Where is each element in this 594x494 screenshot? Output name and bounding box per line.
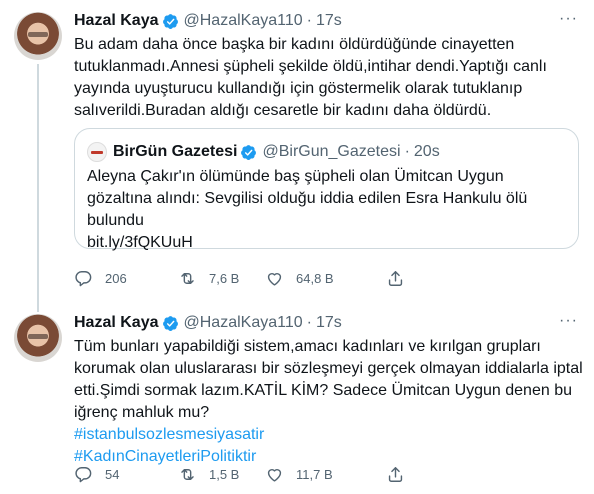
reply-count: 206 xyxy=(105,270,127,286)
tweet-text-line: etti.Şimdi sormak lazım.KATİL KİM? Sadec… xyxy=(74,382,572,399)
quoted-handle: @BirGun_Gazetesi xyxy=(262,143,401,160)
avatar[interactable] xyxy=(14,314,62,362)
retweet-icon xyxy=(181,272,194,284)
tweet[interactable]: Hazal Kaya @HazalKaya110 · 17s ··· Tüm b… xyxy=(0,302,594,494)
quoted-tweet-card[interactable]: BirGün Gazetesi @BirGun_Gazetesi · 20s A… xyxy=(74,128,579,251)
verified-badge-icon xyxy=(241,144,257,160)
like-button[interactable]: 11,7 B xyxy=(265,465,333,484)
quoted-link[interactable]: bit.ly/3fQKUuH xyxy=(87,232,527,254)
retweet-count: 7,6 B xyxy=(209,270,240,286)
tweet[interactable]: Hazal Kaya @HazalKaya110 · 17s ··· Bu ad… xyxy=(0,0,594,312)
reply-icon xyxy=(75,270,92,286)
more-options-button[interactable]: ··· xyxy=(559,312,578,330)
more-options-button[interactable]: ··· xyxy=(559,10,578,28)
tweet-header: Hazal Kaya @HazalKaya110 · 17s xyxy=(74,312,578,334)
verified-badge-icon xyxy=(162,13,178,29)
quoted-avatar xyxy=(87,142,107,162)
retweet-count: 1,5 B xyxy=(209,466,240,482)
thread-connector-line xyxy=(37,64,39,312)
reply-button[interactable]: 206 xyxy=(74,269,127,288)
like-count: 64,8 B xyxy=(296,270,334,286)
tweet-content: Hazal Kaya @HazalKaya110 · 17s ··· Tüm b… xyxy=(74,312,583,468)
quoted-text-line: bulundu xyxy=(87,212,144,229)
tweet-text-line: Tüm bunları yapabildiği sistem,amacı kad… xyxy=(74,338,541,355)
separator-dot: · xyxy=(306,12,312,29)
reply-button[interactable]: 54 xyxy=(74,465,119,484)
avatar[interactable] xyxy=(14,12,62,60)
separator-dot: · xyxy=(306,314,312,331)
tweet-content: Hazal Kaya @HazalKaya110 · 17s ··· Bu ad… xyxy=(74,10,578,122)
tweet-actions: 206 7,6 B 64,8 B xyxy=(74,268,514,288)
tweet-text-line: salıverildi.Buradan aldığı cesaretle bir… xyxy=(74,102,492,119)
tweet-actions: 54 1,5 B 11,7 B xyxy=(74,464,514,484)
display-name[interactable]: Hazal Kaya xyxy=(74,12,159,30)
like-button[interactable]: 64,8 B xyxy=(265,269,334,288)
share-button[interactable] xyxy=(386,465,405,484)
handle[interactable]: @HazalKaya110 xyxy=(184,314,303,332)
heart-icon xyxy=(267,468,282,482)
hashtag-link[interactable]: #istanbulsozlesmesiyasatir xyxy=(74,424,578,446)
verified-badge-icon xyxy=(162,315,178,331)
tweet-text-line: yayında uyuşturucu kullandığı için göste… xyxy=(74,80,523,97)
timestamp[interactable]: 17s xyxy=(316,12,342,30)
tweet-text-line: tutuklanmadı.Annesi şüpheli şekilde öldü… xyxy=(74,58,547,75)
like-count: 11,7 B xyxy=(296,466,333,482)
tweet-text-line: korumak olan uluslararası bir sözleşmeyi… xyxy=(74,360,583,377)
retweet-icon xyxy=(181,468,194,480)
share-button[interactable] xyxy=(386,269,405,288)
heart-icon xyxy=(267,272,282,286)
tweet-text: Tüm bunları yapabildiği sistem,amacı kad… xyxy=(74,336,583,468)
quoted-display-name: BirGün Gazetesi xyxy=(113,143,238,160)
tweet-text-line: Bu adam daha önce başka bir kadını öldür… xyxy=(74,36,515,53)
timestamp[interactable]: 17s xyxy=(316,314,342,332)
tweet-header: Hazal Kaya @HazalKaya110 · 17s xyxy=(74,10,578,32)
quoted-text-line: gözaltına alındı: Sevgilisi olduğu iddia… xyxy=(87,190,528,207)
quoted-text-line: Aleyna Çakır'ın ölümünde baş şüpheli ola… xyxy=(87,168,504,185)
share-icon xyxy=(388,270,403,286)
share-icon xyxy=(388,466,403,482)
retweet-button[interactable]: 7,6 B xyxy=(178,269,239,288)
quoted-timestamp: 20s xyxy=(413,143,440,160)
retweet-button[interactable]: 1,5 B xyxy=(178,465,239,484)
reply-icon xyxy=(75,466,92,482)
handle[interactable]: @HazalKaya110 xyxy=(184,12,303,30)
separator-dot: · xyxy=(404,143,410,160)
tweet-text-line: iğrenç mahluk mu? xyxy=(74,404,210,421)
quoted-tweet-header: BirGün Gazetesi @BirGun_Gazetesi · 20s xyxy=(87,141,440,163)
tweet-text: Bu adam daha önce başka bir kadını öldür… xyxy=(74,34,578,122)
reply-count: 54 xyxy=(105,466,120,482)
quoted-tweet-text: Aleyna Çakır'ın ölümünde baş şüpheli ola… xyxy=(87,166,527,254)
display-name[interactable]: Hazal Kaya xyxy=(74,314,159,332)
